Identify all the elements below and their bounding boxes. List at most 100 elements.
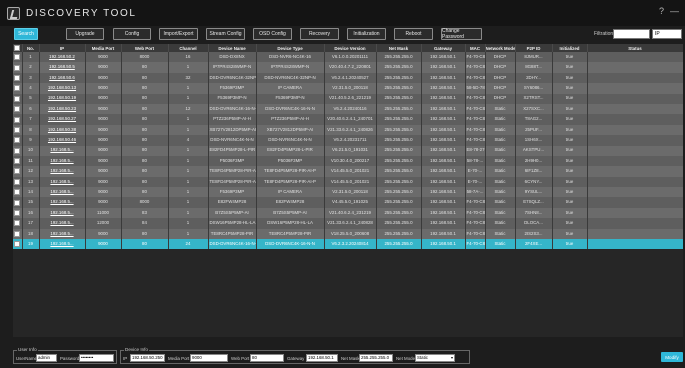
checkbox-icon[interactable] xyxy=(14,230,21,237)
checkbox-icon[interactable] xyxy=(14,147,21,154)
column-header[interactable]: No. xyxy=(22,44,40,52)
checkbox-icon[interactable] xyxy=(14,54,21,61)
row-checkbox[interactable] xyxy=(13,83,23,94)
table-row[interactable]: 7 192.168.50.27 9000 80 1 PTZ236P5MP-AI-H PTZ2… xyxy=(13,114,683,125)
table-row[interactable]: 12192.168.5...9000801TE8FD4P5MP28-PIR-AI… xyxy=(13,166,683,177)
row-checkbox[interactable] xyxy=(13,187,23,198)
ip-link[interactable]: 192.168.50.19 xyxy=(39,93,86,104)
row-checkbox[interactable] xyxy=(13,239,23,250)
help-icon[interactable]: ? xyxy=(659,6,664,16)
row-checkbox[interactable] xyxy=(13,145,23,156)
recovery-button[interactable]: Recovery xyxy=(300,28,339,40)
column-header[interactable]: Gateway xyxy=(421,44,466,52)
column-header[interactable]: Media Port xyxy=(85,44,122,52)
checkbox-icon[interactable] xyxy=(14,126,21,133)
row-checkbox[interactable] xyxy=(13,176,23,188)
ip-link[interactable]: 192.168.50.13 xyxy=(39,83,86,94)
checkbox-icon[interactable] xyxy=(14,85,21,92)
ip-link[interactable]: 192.168.5... xyxy=(39,166,86,177)
row-checkbox[interactable] xyxy=(13,155,23,167)
table-row[interactable]: 1 192.168.50.2 9000 8000 16 DSD-DX8NX DSD-NVR6… xyxy=(13,52,683,63)
column-header[interactable]: Status xyxy=(587,44,683,52)
ip-link[interactable]: 192.168.50.5 xyxy=(39,62,86,73)
ip-link[interactable]: 192.168.5... xyxy=(39,218,86,229)
checkbox-icon[interactable] xyxy=(14,95,21,102)
column-header[interactable]: P2P ID xyxy=(515,44,553,52)
change-password-button[interactable]: Change Password xyxy=(441,28,482,40)
table-row[interactable]: 10 192.168.5... 9000 80 1 E82FD4P5MP28-L-PIR E… xyxy=(13,145,683,156)
media-port-field[interactable]: 9000 xyxy=(190,354,228,362)
column-header[interactable]: Initialized xyxy=(552,44,588,52)
table-row[interactable]: 4 192.168.50.13 9000 80 1 F5369P3MP IP CAMERA V… xyxy=(13,83,683,94)
column-header[interactable]: Web Port xyxy=(121,44,169,52)
filtration-field[interactable]: IP xyxy=(652,29,682,39)
select-all-checkbox[interactable] xyxy=(13,44,23,52)
ip-link[interactable]: 192.168.50.46 xyxy=(39,135,86,146)
ip-link[interactable]: 192.168.50.27 xyxy=(39,114,86,125)
table-row[interactable]: 11 192.168.5... 9000 80 1 P5036F3MP P5036F3MP V… xyxy=(13,155,683,167)
table-row[interactable]: 5 192.168.50.19 9000 80 1 F5369P3MP-N F5369P3M… xyxy=(13,93,683,104)
table-row[interactable]: 18 192.168.5... 9000 80 1 TE8RC4P5MP28-PIR TE8… xyxy=(13,228,683,240)
column-header[interactable]: Net Mask xyxy=(376,44,422,52)
column-header[interactable]: Network Mode xyxy=(485,44,516,52)
password-field[interactable]: •••••••• xyxy=(79,354,114,362)
row-checkbox[interactable] xyxy=(13,114,23,125)
stream-config-button[interactable]: Stream Config xyxy=(206,28,245,40)
row-checkbox[interactable] xyxy=(13,62,23,73)
ip-link[interactable]: 192.168.5... xyxy=(39,239,86,250)
web-port-field[interactable]: 80 xyxy=(250,354,284,362)
row-checkbox[interactable] xyxy=(13,135,23,146)
ip-link[interactable]: 192.168.5... xyxy=(39,207,86,219)
checkbox-icon[interactable] xyxy=(14,178,21,185)
ip-link[interactable]: 192.168.5... xyxy=(39,187,86,198)
config-button[interactable]: Config xyxy=(113,28,151,40)
ip-link[interactable]: 192.168.50.23 xyxy=(39,103,86,115)
column-header[interactable]: Channel xyxy=(168,44,209,52)
checkbox-icon[interactable] xyxy=(14,241,21,248)
column-header[interactable]: IP xyxy=(39,44,86,52)
row-checkbox[interactable] xyxy=(13,124,23,136)
import-export-button[interactable]: Import/Export xyxy=(159,28,198,40)
checkbox-icon[interactable] xyxy=(14,199,21,206)
table-row[interactable]: 19 192.168.5... 9000 80 24 DSD-DVR6NC4K-16-N-… xyxy=(13,239,683,250)
row-checkbox[interactable] xyxy=(13,93,23,104)
row-checkbox[interactable] xyxy=(13,218,23,229)
checkbox-icon[interactable] xyxy=(14,220,21,227)
gateway-field[interactable]: 192.168.50.1 xyxy=(306,354,338,362)
ip-field[interactable]: 192.168.50.250 xyxy=(130,354,165,362)
ip-link[interactable]: 192.168.5... xyxy=(39,176,86,188)
table-row[interactable]: 3 192.168.50.6 9000 80 32 DSD-DVR6NC4K-32NP-N… xyxy=(13,72,683,84)
checkbox-icon[interactable] xyxy=(14,189,21,196)
row-checkbox[interactable] xyxy=(13,166,23,177)
osd-config-button[interactable]: OSD Config xyxy=(253,28,292,40)
row-checkbox[interactable] xyxy=(13,72,23,84)
upgrade-button[interactable]: Upgrade xyxy=(66,28,104,40)
checkbox-icon[interactable] xyxy=(14,106,21,113)
column-header[interactable]: MAC xyxy=(465,44,486,52)
modify-button[interactable]: Modify xyxy=(661,352,683,362)
ip-link[interactable]: 192.168.5... xyxy=(39,145,86,156)
checkbox-icon[interactable] xyxy=(14,168,21,175)
initialization-button[interactable]: Initialization xyxy=(347,28,386,40)
row-checkbox[interactable] xyxy=(13,197,23,208)
ip-link[interactable]: 192.168.5... xyxy=(39,155,86,167)
checkbox-icon[interactable] xyxy=(14,74,21,81)
column-header[interactable]: Device Type xyxy=(256,44,325,52)
ip-link[interactable]: 192.168.50.38 xyxy=(39,124,86,136)
table-row[interactable]: 15 192.168.5... 9000 8000 1 E82FW4MP28 E82FW4M… xyxy=(13,197,683,208)
row-checkbox[interactable] xyxy=(13,207,23,219)
table-row[interactable]: 2 192.168.50.5 9000 80 1 IP7PR4S28WMP-N IP7PR4… xyxy=(13,62,683,73)
checkbox-icon[interactable] xyxy=(14,210,21,217)
row-checkbox[interactable] xyxy=(13,228,23,240)
table-row[interactable]: 13192.168.5...9000801TE8FD4P5MP28-PIR-AI… xyxy=(13,176,683,188)
username-field[interactable]: admin xyxy=(36,354,57,362)
ip-link[interactable]: 192.168.50.6 xyxy=(39,72,86,84)
ip-link[interactable]: 192.168.50.2 xyxy=(39,52,86,63)
table-row[interactable]: 6 192.168.50.23 9000 80 12 DSD-DVR6NC4K-16-N-… xyxy=(13,103,683,115)
filtration-select[interactable] xyxy=(613,29,650,39)
table-row[interactable]: 14 192.168.5... 9000 80 1 F5369P3MP IP CAMERA V… xyxy=(13,187,683,198)
netmode-select[interactable]: Static ▾ xyxy=(415,354,455,362)
checkbox-icon[interactable] xyxy=(14,158,21,165)
search-button[interactable]: Search xyxy=(14,28,38,40)
ip-link[interactable]: 192.168.5... xyxy=(39,197,86,208)
